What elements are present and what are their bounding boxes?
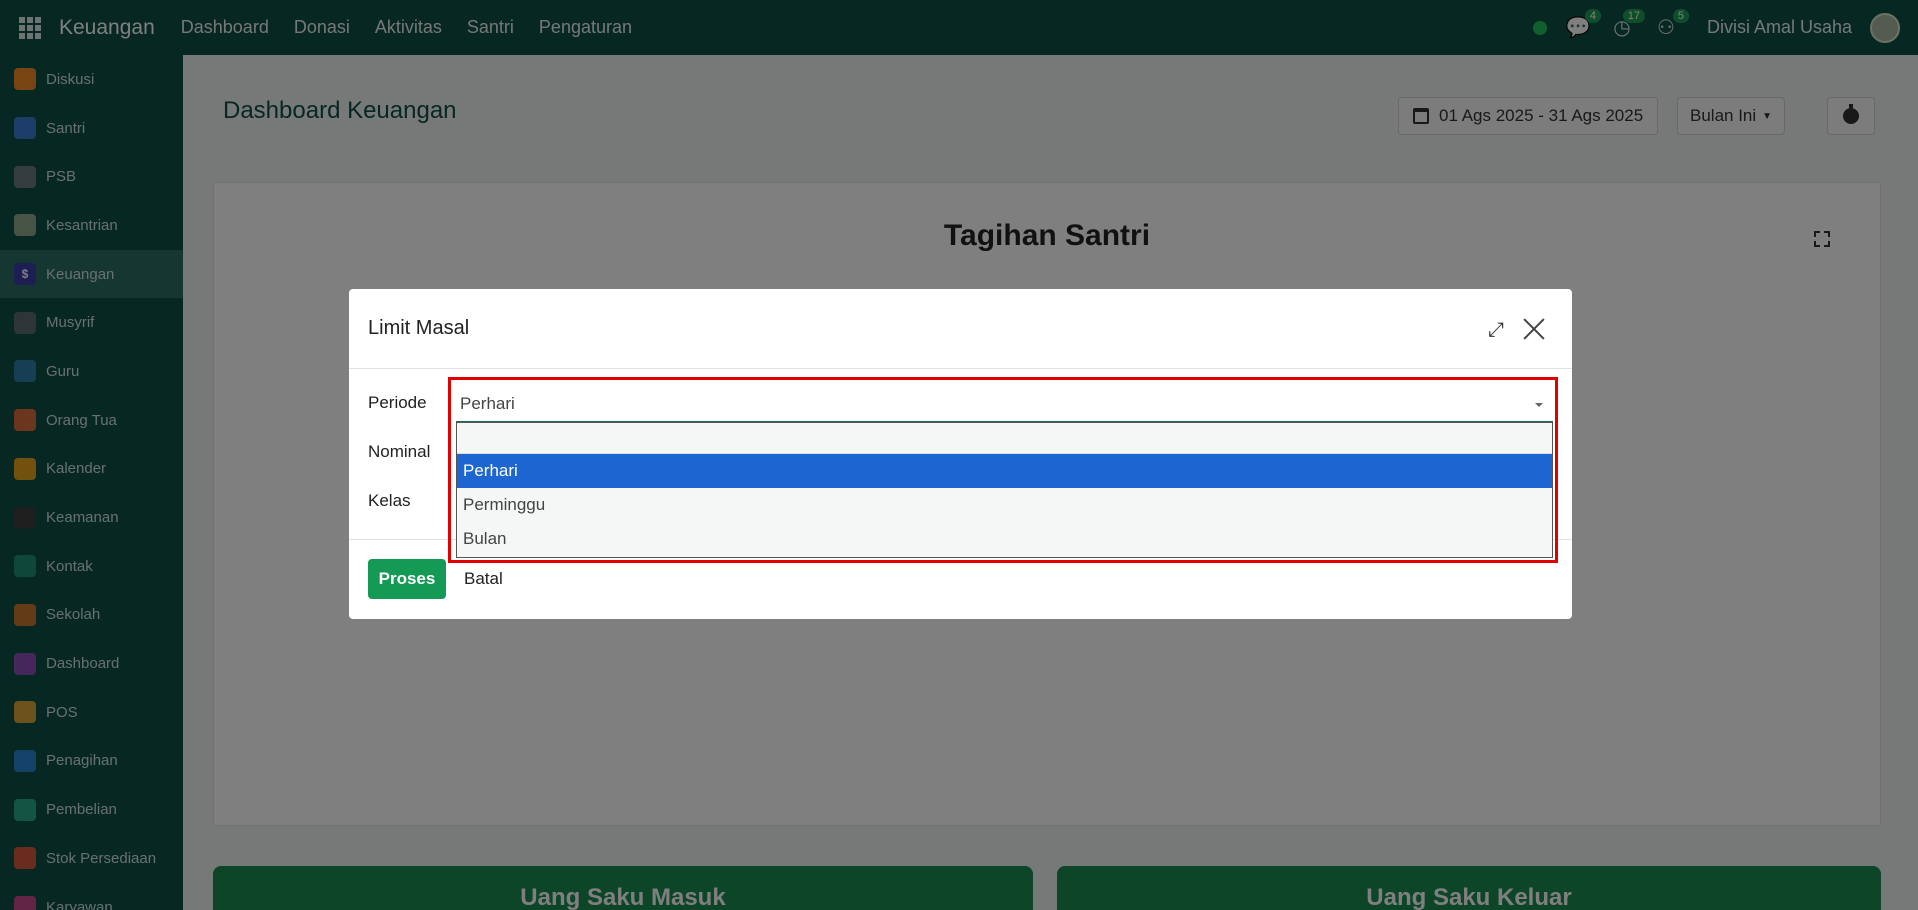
highlight-annotation [448,377,1558,563]
periode-label: Periode [368,393,427,412]
batal-button[interactable]: Batal [464,559,503,599]
kelas-label: Kelas [368,491,411,510]
limit-masal-modal: Limit Masal ⤢ Periode Nominal Kelas Pros… [349,289,1572,619]
modal-title: Limit Masal [368,317,470,339]
expand-icon[interactable]: ⤢ [1488,319,1510,341]
proses-button[interactable]: Proses [368,559,446,599]
nominal-label: Nominal [368,442,431,461]
modal-header: Limit Masal [349,289,1572,369]
close-icon[interactable] [1522,317,1546,341]
